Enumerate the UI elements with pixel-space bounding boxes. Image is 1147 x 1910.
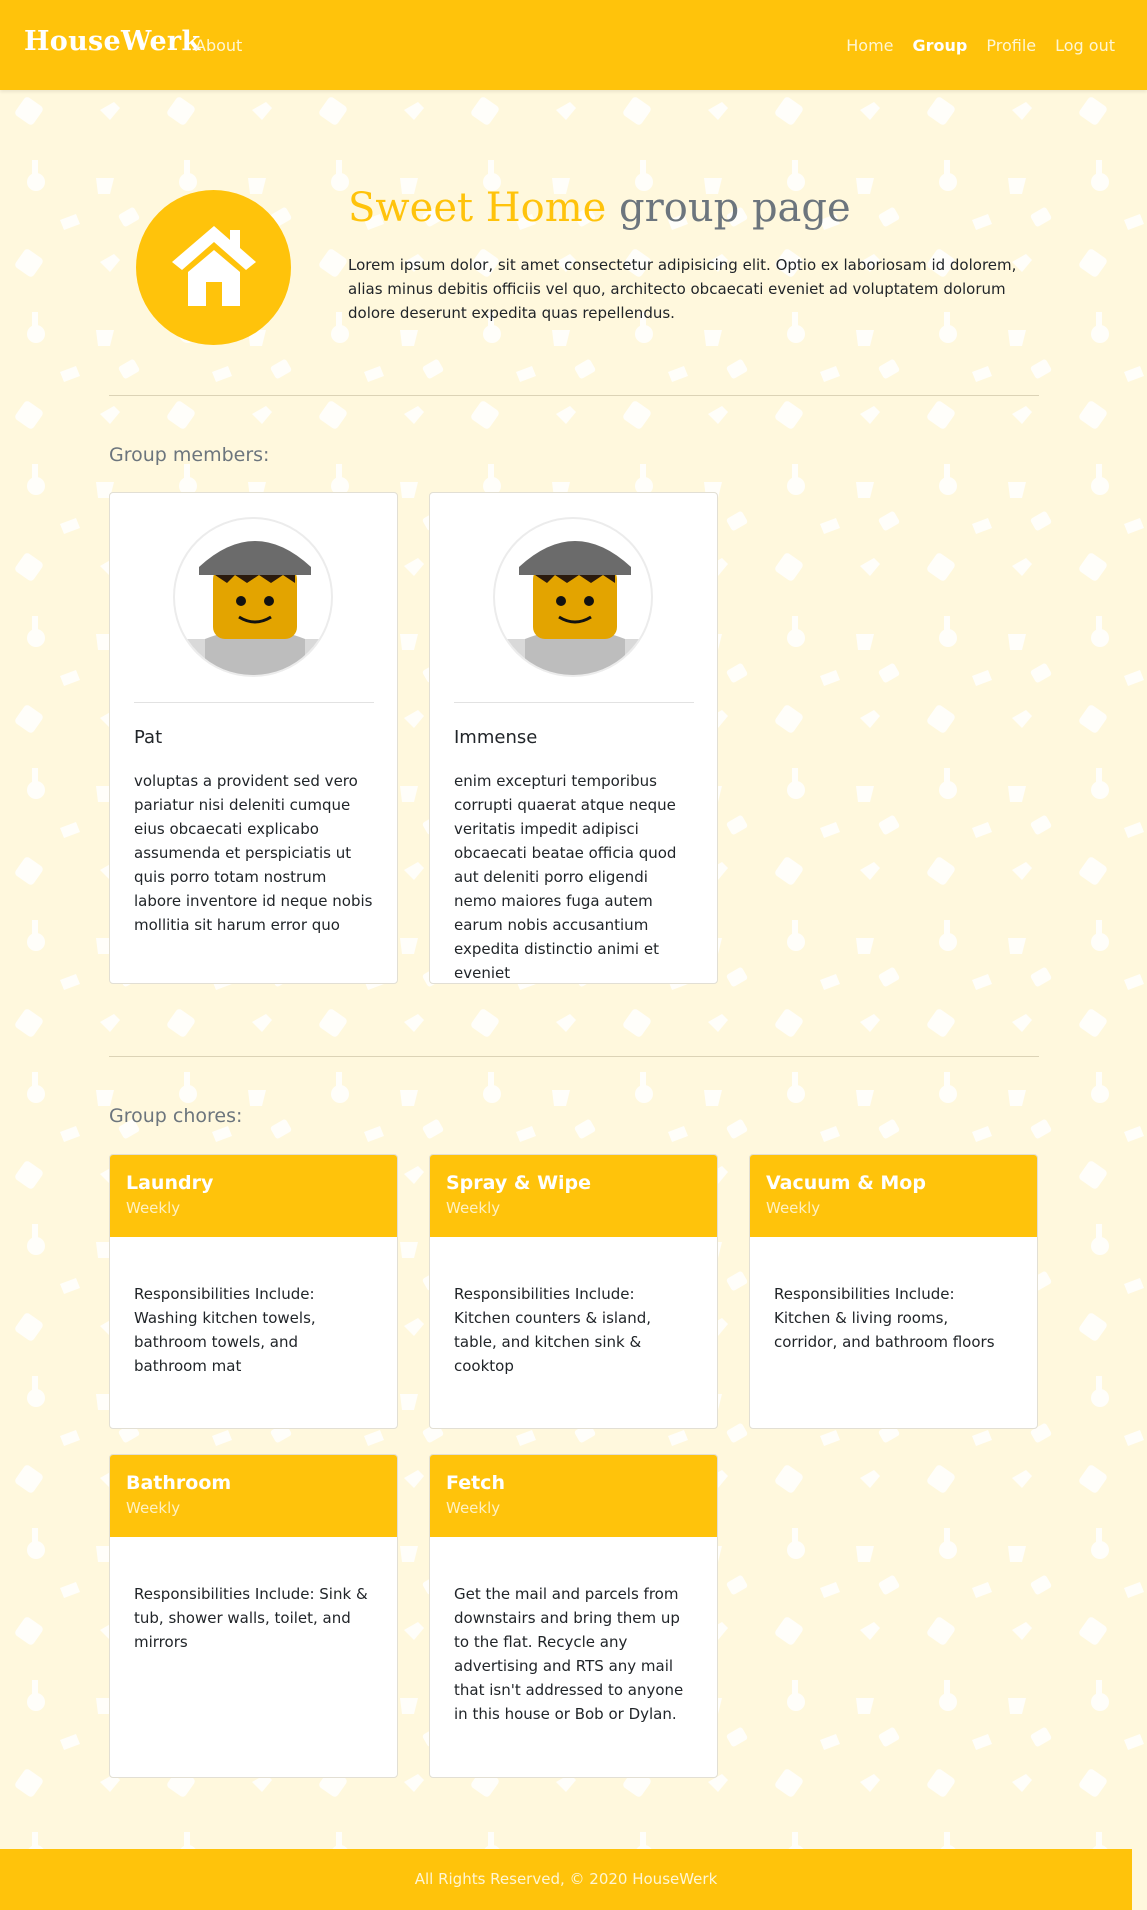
page-title-suffix: group page xyxy=(606,185,851,231)
brand-logo[interactable]: HouseWerk xyxy=(24,26,200,57)
member-card: Immense enim excepturi temporibus corrup… xyxy=(429,492,718,984)
member-card-divider xyxy=(454,702,694,703)
chore-card-header: Vacuum & Mop Weekly xyxy=(750,1155,1037,1237)
nav-about-link[interactable]: About xyxy=(195,36,242,55)
chore-frequency: Weekly xyxy=(766,1199,821,1217)
group-house-avatar xyxy=(136,190,291,345)
chore-description: Responsibilities Include: Kitchen counte… xyxy=(454,1285,652,1375)
chore-card[interactable]: Bathroom Weekly Responsibilities Include… xyxy=(109,1454,398,1778)
member-card: Pat voluptas a provident sed vero pariat… xyxy=(109,492,398,984)
group-description: Lorem ipsum dolor, sit amet consectetur … xyxy=(348,256,1017,322)
avatar xyxy=(493,517,653,677)
chore-card[interactable]: Vacuum & Mop Weekly Responsibilities Inc… xyxy=(749,1154,1038,1429)
footer: All Rights Reserved, © 2020 HouseWerk xyxy=(0,1849,1132,1910)
page-title: Sweet Home group page xyxy=(348,185,851,231)
chore-title: Laundry xyxy=(126,1172,214,1194)
section-divider xyxy=(109,1056,1039,1057)
chore-card[interactable]: Fetch Weekly Get the mail and parcels fr… xyxy=(429,1454,718,1778)
lego-avatar-icon xyxy=(495,541,651,675)
chore-title: Fetch xyxy=(446,1472,505,1494)
navbar: HouseWerk About Home Group Profile Log o… xyxy=(0,0,1147,90)
chore-frequency: Weekly xyxy=(126,1499,181,1517)
house-icon xyxy=(172,226,256,306)
chore-card-header: Spray & Wipe Weekly xyxy=(430,1155,717,1237)
member-bio: voluptas a provident sed vero pariatur n… xyxy=(134,772,373,934)
nav-logout-link[interactable]: Log out xyxy=(1055,36,1115,55)
nav-group-link[interactable]: Group xyxy=(913,36,968,55)
chore-title: Bathroom xyxy=(126,1472,232,1494)
chore-frequency: Weekly xyxy=(446,1199,501,1217)
members-heading: Group members: xyxy=(109,444,270,466)
member-card-divider xyxy=(134,702,374,703)
footer-copyright: All Rights Reserved, © 2020 HouseWerk xyxy=(414,1870,718,1888)
member-name: Pat xyxy=(134,727,163,748)
member-bio: enim excepturi temporibus corrupti quaer… xyxy=(454,772,677,982)
lego-avatar-icon xyxy=(175,541,331,675)
chore-title: Spray & Wipe xyxy=(446,1172,592,1194)
nav-profile-link[interactable]: Profile xyxy=(986,36,1036,55)
chore-description: Get the mail and parcels from downstairs… xyxy=(454,1585,684,1723)
chore-frequency: Weekly xyxy=(446,1499,501,1517)
chore-frequency: Weekly xyxy=(126,1199,181,1217)
section-divider xyxy=(109,395,1039,396)
group-name: Sweet Home xyxy=(348,185,607,231)
avatar xyxy=(173,517,333,677)
nav-home-link[interactable]: Home xyxy=(846,36,893,55)
nav-links: Home Group Profile Log out xyxy=(846,36,1115,55)
chore-description: Responsibilities Include: Sink & tub, sh… xyxy=(134,1585,368,1651)
chore-title: Vacuum & Mop xyxy=(766,1172,926,1194)
chore-description: Responsibilities Include: Kitchen & livi… xyxy=(774,1285,995,1351)
chore-card[interactable]: Laundry Weekly Responsibilities Include:… xyxy=(109,1154,398,1429)
member-name: Immense xyxy=(454,727,538,748)
chore-card-header: Bathroom Weekly xyxy=(110,1455,397,1537)
chore-card-header: Laundry Weekly xyxy=(110,1155,397,1237)
chore-card-header: Fetch Weekly xyxy=(430,1455,717,1537)
chore-card[interactable]: Spray & Wipe Weekly Responsibilities Inc… xyxy=(429,1154,718,1429)
chores-heading: Group chores: xyxy=(109,1105,243,1127)
chore-description: Responsibilities Include: Washing kitche… xyxy=(134,1285,316,1375)
